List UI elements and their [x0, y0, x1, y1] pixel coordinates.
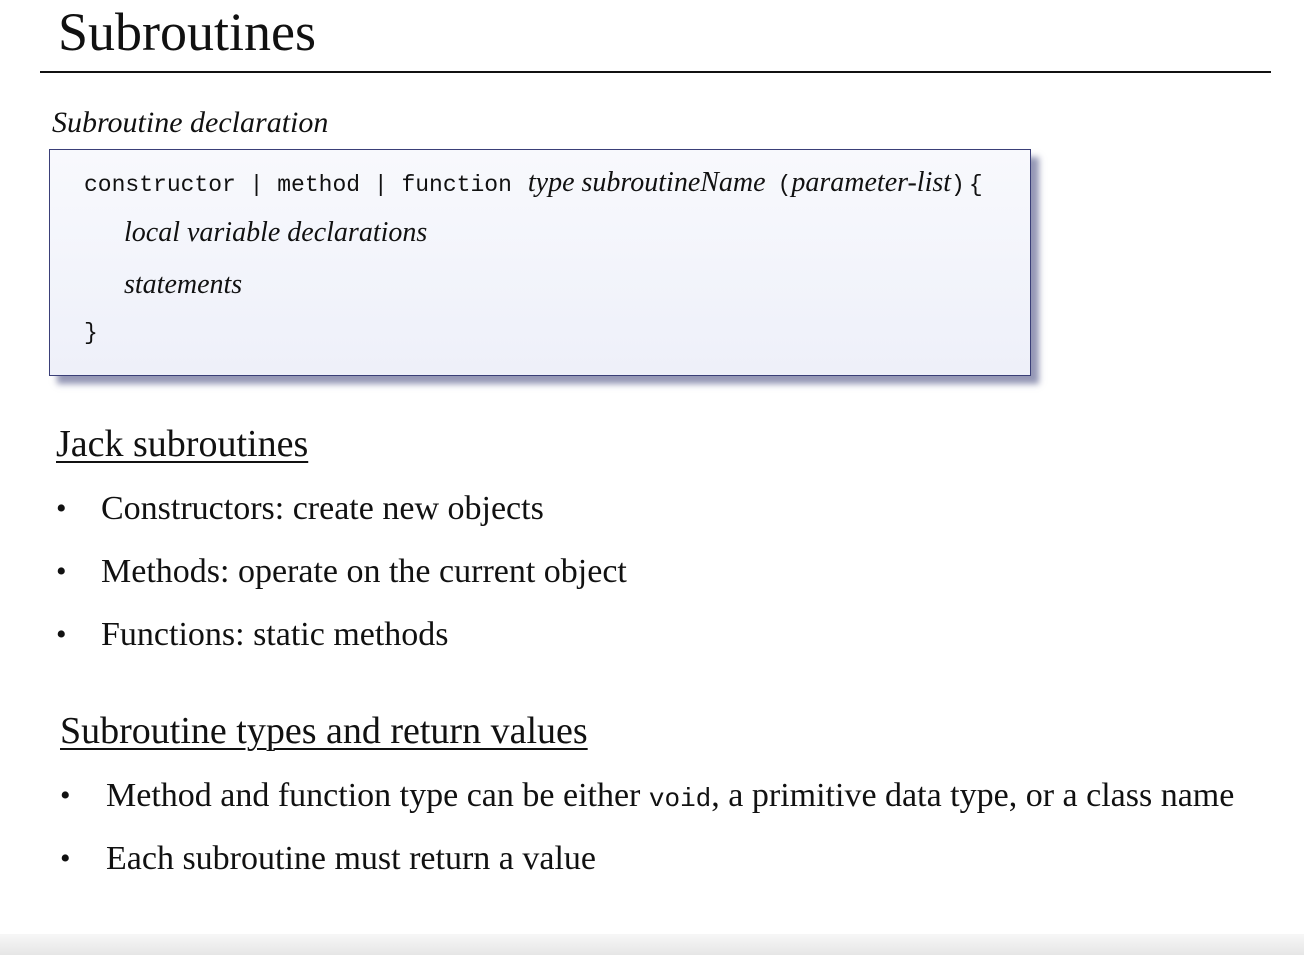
type-rule-suffix: , a primitive data type, or a class name [711, 777, 1235, 814]
declaration-line-statements: statements [124, 269, 243, 300]
list-item-text: Method and function type can be either v… [106, 776, 1234, 819]
declaration-parameter-list: parameter-list [791, 167, 952, 198]
bullet-icon: • [56, 492, 67, 525]
bottom-bar [0, 934, 1304, 955]
list-item-text: Each subroutine must return a value [106, 840, 597, 877]
declaration-close-brace: } [84, 320, 98, 346]
list-item-text: Functions: static methods [101, 616, 449, 653]
type-rule-prefix: Method and function type can be either [106, 777, 649, 814]
bullet-icon: • [56, 618, 67, 651]
bullet-icon: • [56, 555, 67, 588]
declaration-open-paren: ( [777, 172, 792, 198]
declaration-line-locals: local variable declarations [124, 217, 428, 248]
declaration-caption: Subroutine declaration [52, 106, 329, 139]
declaration-box: constructor | method | function type sub… [49, 149, 1031, 376]
declaration-type-name: type subroutineName [527, 167, 766, 198]
jack-subroutines-heading: Jack subroutines [56, 423, 309, 465]
bullet-icon: • [60, 779, 71, 812]
list-item-text: Methods: operate on the current object [101, 553, 627, 590]
title-divider [40, 71, 1271, 73]
declaration-keywords: constructor | method | function [84, 172, 512, 198]
declaration-close-paren: ) [951, 172, 965, 198]
slide-title: Subroutines [58, 2, 317, 62]
list-item-text: Constructors: create new objects [101, 490, 544, 527]
declaration-open-brace: { [968, 172, 983, 198]
bullet-icon: • [60, 842, 71, 875]
void-keyword: void [648, 784, 712, 814]
declaration-line-signature: constructor | method | function type sub… [84, 166, 983, 204]
subroutine-types-heading: Subroutine types and return values [60, 710, 588, 752]
